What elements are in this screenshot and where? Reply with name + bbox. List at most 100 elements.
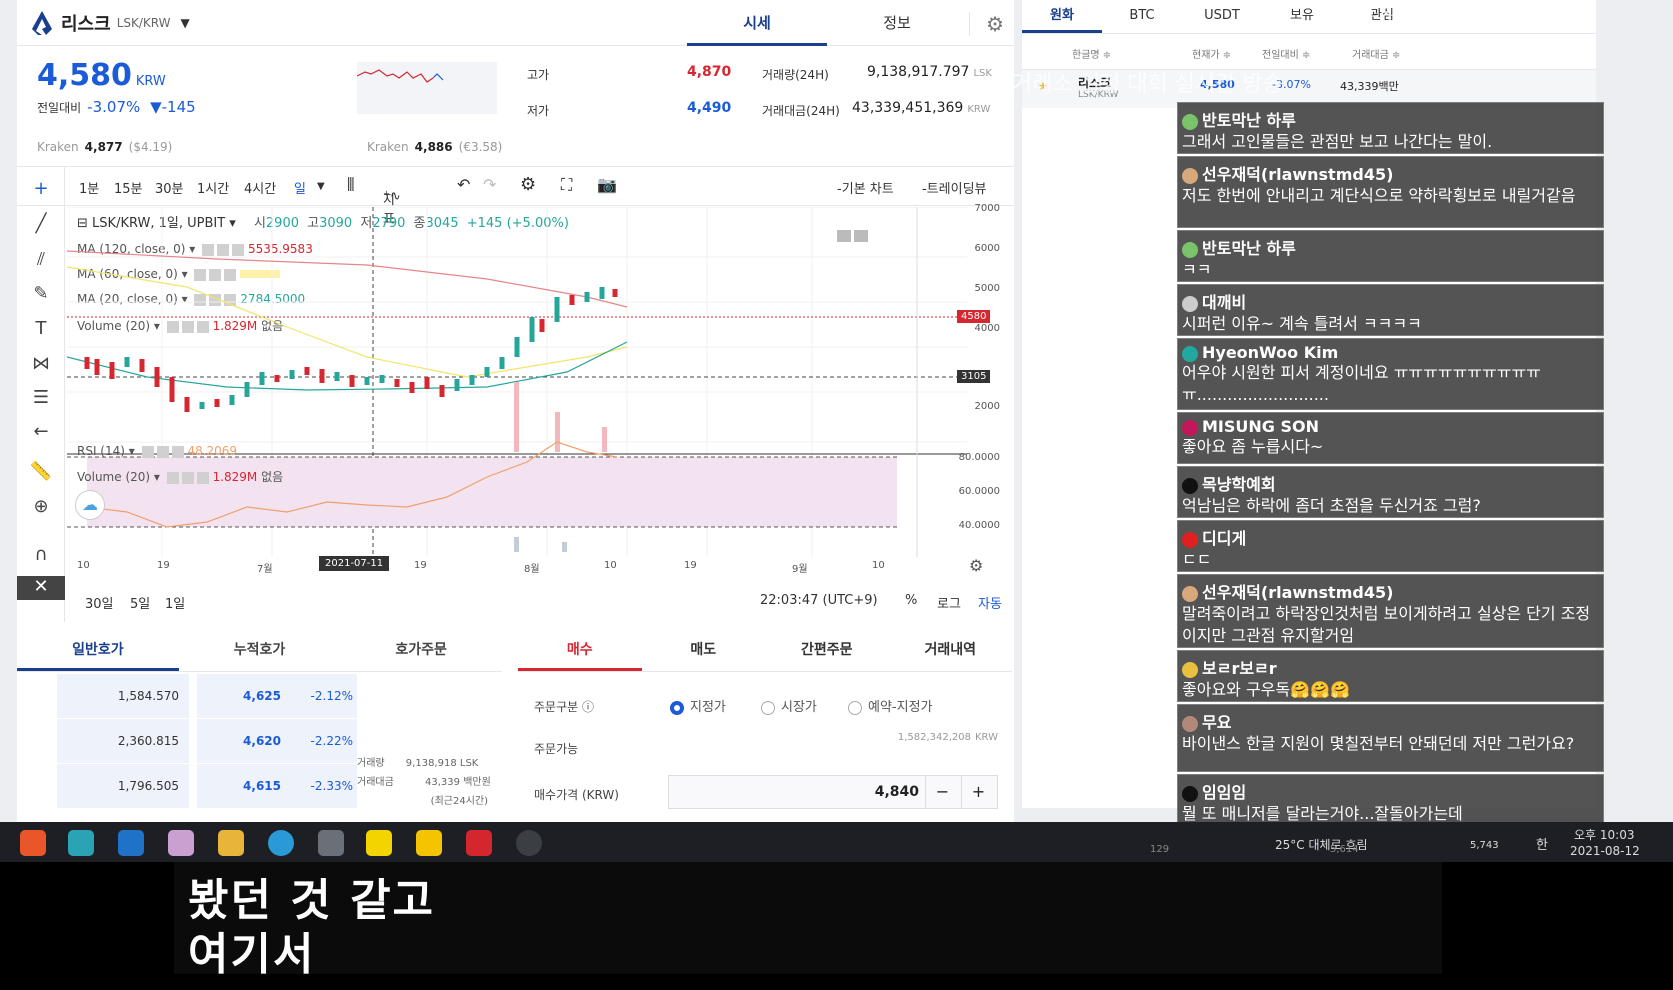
ie-icon[interactable] — [118, 830, 144, 856]
chat-message: 선우재덕(rlawnstmd45) 저도 한번에 안내리고 계단식으로 약하락횡보… — [1177, 156, 1604, 228]
zoom-icon[interactable]: ⊕ — [29, 496, 53, 520]
basic-chart-button[interactable]: -기본 차트 — [837, 178, 894, 197]
app-ev-icon[interactable] — [466, 830, 492, 856]
help-icon[interactable]: ⓘ — [582, 700, 594, 714]
redo-icon[interactable]: ↷ — [483, 175, 496, 194]
low-label: 저가 — [527, 104, 550, 118]
minus-button[interactable]: − — [925, 776, 959, 808]
interval-30m[interactable]: 30분 — [155, 178, 184, 197]
volume-value: 9,138,917.797 LSK — [867, 64, 992, 80]
tab-btc[interactable]: BTC — [1102, 0, 1182, 33]
fib-icon[interactable]: ☰ — [29, 387, 53, 411]
trendline-icon[interactable]: ╱ — [29, 213, 53, 237]
interval-dropdown-icon[interactable]: ▼ — [317, 181, 325, 192]
obs-icon[interactable] — [516, 830, 542, 856]
chart-time: 22:03:47 (UTC+9) — [760, 593, 878, 608]
candle-type-icon[interactable]: ⫴ — [347, 175, 355, 196]
paint-icon[interactable] — [168, 830, 194, 856]
range-5d[interactable]: 5일 — [130, 593, 150, 612]
undo-icon[interactable]: ↶ — [457, 175, 470, 194]
interval-1h[interactable]: 1시간 — [197, 178, 229, 197]
col-change[interactable]: 전일대비 ≑ — [1262, 46, 1310, 61]
range-1d[interactable]: 1일 — [165, 593, 185, 612]
tab-sell[interactable]: 매도 — [642, 628, 766, 671]
text-tool-icon[interactable]: T — [29, 318, 53, 342]
radio-reserve[interactable]: 예약-지정가 — [848, 696, 933, 715]
tab-orderbook-cumulative[interactable]: 누적호가 — [179, 628, 341, 671]
interval-4h[interactable]: 4시간 — [244, 178, 276, 197]
legend-collapse-icon[interactable] — [837, 230, 851, 242]
firefox-icon[interactable] — [20, 830, 46, 856]
log-toggle[interactable]: 로그 — [937, 593, 961, 612]
x-cursor-tag: 2021-07-11 — [319, 556, 390, 571]
tab-orderbook-order[interactable]: 호가주문 — [340, 628, 502, 671]
x-axis-label: 8월 — [524, 564, 540, 575]
chat-text: 좋아요 좀 누릅시다~ — [1182, 437, 1324, 456]
tab-buy[interactable]: 매수 — [518, 628, 642, 671]
chat-author: 임임임 — [1182, 779, 1599, 803]
y-axis-label: 6000 — [974, 243, 1000, 254]
rsi-axis-label: 60.0000 — [958, 486, 1000, 497]
radio-market[interactable]: 시장가 — [761, 696, 817, 715]
tab-orderbook-normal[interactable]: 일반호가 — [17, 628, 179, 671]
magnet-icon[interactable]: ∩ — [29, 544, 53, 568]
col-name[interactable]: 한글명 ≑ — [1072, 46, 1111, 61]
x-axis-label: 9월 — [792, 564, 808, 575]
kakaotalk-icon[interactable] — [366, 830, 392, 856]
col-price[interactable]: 현재가 ≑ — [1192, 46, 1231, 61]
tab-quick-order[interactable]: 간편주문 — [765, 628, 889, 671]
clock-time: 오후 10:03 — [1574, 828, 1635, 842]
tab-krw[interactable]: 원화 — [1022, 0, 1102, 33]
brush-icon[interactable]: ✎ — [29, 283, 53, 307]
chat-message: 보ㄹr보ㄹr 좋아요와 구우독🤗🤗🤗 — [1177, 650, 1604, 702]
app-bird-icon[interactable] — [68, 830, 94, 856]
coin-name: 리스크 — [61, 13, 111, 35]
ruler-icon[interactable]: 📏 — [29, 461, 53, 485]
fullscreen-icon[interactable]: ⛶ — [561, 175, 572, 195]
calculator-icon[interactable] — [318, 830, 344, 856]
auto-toggle[interactable]: 자동 — [978, 593, 1002, 612]
orderbook-row[interactable]: 1,584.570 4,625 -2.12% — [17, 674, 502, 718]
radio-limit[interactable]: 지정가 — [670, 696, 726, 715]
tab-quote[interactable]: 시세 — [687, 0, 827, 46]
price-chart[interactable] — [67, 207, 967, 557]
pattern-icon[interactable]: ⋈ — [29, 353, 53, 377]
cloud-icon[interactable]: ☁ — [75, 490, 105, 520]
interval-15m[interactable]: 15분 — [114, 178, 143, 197]
buy-price-input[interactable]: 4,840 − + — [668, 775, 998, 809]
chat-author: 무요 — [1182, 709, 1599, 733]
tab-info[interactable]: 정보 — [827, 0, 967, 46]
tradingview-button[interactable]: -트레이딩뷰 — [922, 178, 987, 197]
avail-label: 주문가능 — [534, 742, 579, 756]
tab-history[interactable]: 거래내역 — [889, 628, 1013, 671]
legend-settings-icon[interactable] — [854, 230, 868, 242]
col-amount[interactable]: 거래대금 ≑ — [1352, 46, 1400, 61]
avatar — [1182, 531, 1198, 548]
axis-settings-icon[interactable]: ⚙ — [969, 556, 983, 575]
avatar — [1182, 585, 1198, 602]
chat-text: ㅋㅋ — [1182, 260, 1212, 279]
tab-usdt[interactable]: USDT — [1182, 0, 1262, 33]
chat-text: 좋아요와 구우독🤗🤗🤗 — [1182, 680, 1350, 699]
folder-icon[interactable] — [218, 830, 244, 856]
amount-label: 거래대금(24H) — [762, 104, 840, 118]
hide-tools-icon[interactable]: ✕ — [17, 576, 65, 600]
range-30d[interactable]: 30일 — [85, 593, 114, 612]
interval-1m[interactable]: 1분 — [79, 178, 99, 197]
crosshair-icon[interactable]: + — [29, 178, 53, 202]
crosshair-tag: 3105 — [957, 370, 991, 383]
plus-button[interactable]: + — [961, 776, 995, 808]
notes-icon[interactable] — [416, 830, 442, 856]
percent-toggle[interactable]: % — [905, 593, 917, 608]
camera-icon[interactable]: 📷 — [597, 175, 617, 194]
coin-select-dropdown-icon[interactable]: ▼ — [181, 16, 190, 30]
parallel-lines-icon[interactable]: ⫽ — [29, 249, 53, 273]
telegram-icon[interactable] — [268, 830, 294, 856]
chart-settings-icon[interactable]: ⚙ — [520, 174, 536, 195]
chat-text: 그래서 고인물들은 관점만 보고 나간다는 말이. — [1182, 132, 1493, 151]
interval-day[interactable]: 일 — [294, 178, 306, 197]
back-arrow-icon[interactable]: ← — [29, 421, 53, 445]
settings-gear-icon[interactable]: ⚙ — [969, 12, 1004, 36]
avatar — [1182, 661, 1198, 678]
ime-indicator[interactable]: 한 — [1536, 834, 1548, 853]
